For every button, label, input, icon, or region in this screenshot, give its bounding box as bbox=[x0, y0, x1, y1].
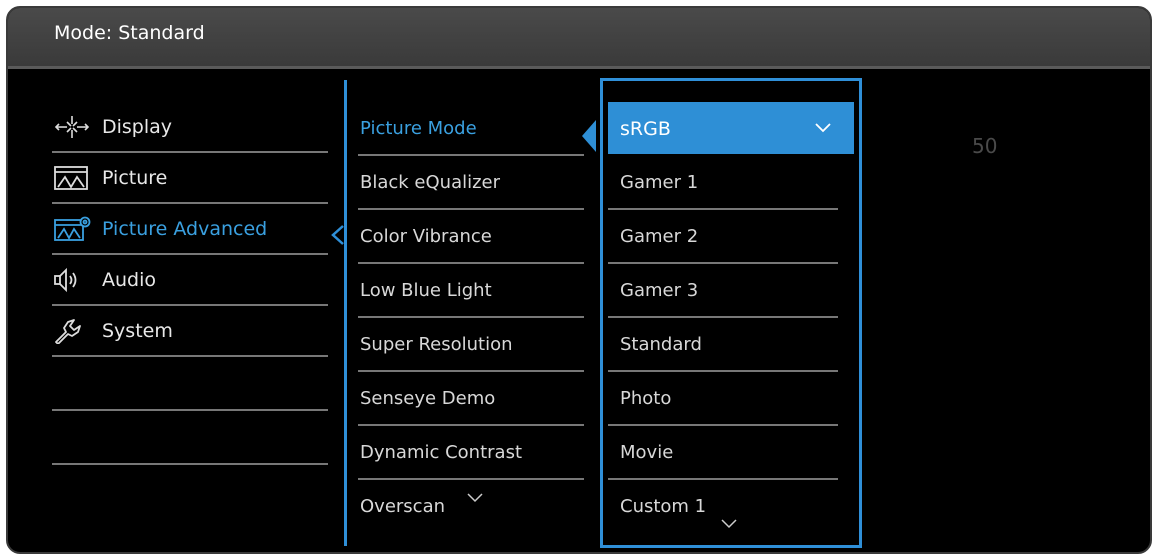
submenu-label: Color Vibrance bbox=[360, 226, 492, 247]
submenu-label: Dynamic Contrast bbox=[360, 442, 523, 463]
option-label: sRGB bbox=[620, 118, 671, 140]
caret-left-icon bbox=[331, 225, 344, 245]
submenu-label: Black eQualizer bbox=[360, 172, 501, 193]
submenu-item-low-blue-light[interactable]: Low Blue Light bbox=[358, 264, 584, 318]
option-photo[interactable]: Photo bbox=[608, 372, 838, 426]
option-gamer-2[interactable]: Gamer 2 bbox=[608, 210, 838, 264]
nav-item-empty bbox=[52, 357, 328, 411]
option-movie[interactable]: Movie bbox=[608, 426, 838, 480]
submenu-item-dynamic-contrast[interactable]: Dynamic Contrast bbox=[358, 426, 584, 480]
menu-header: Mode: Standard bbox=[8, 8, 1150, 69]
submenu-label: Super Resolution bbox=[360, 334, 513, 355]
submenu-label: Picture Mode bbox=[360, 118, 477, 139]
option-label: Gamer 2 bbox=[620, 226, 699, 247]
submenu-item-overscan[interactable]: Overscan bbox=[358, 480, 584, 534]
nav-label: Audio bbox=[102, 269, 157, 291]
mode-title: Mode: Standard bbox=[54, 22, 205, 44]
chevron-down-icon[interactable] bbox=[466, 492, 484, 504]
option-srgb[interactable]: sRGB bbox=[608, 102, 854, 154]
main-nav: Display Picture Picture Advanced Audio S… bbox=[52, 102, 328, 465]
chevron-down-icon[interactable] bbox=[720, 518, 738, 530]
column-divider bbox=[344, 80, 347, 546]
nav-label: System bbox=[102, 320, 173, 342]
picture-icon bbox=[54, 166, 88, 190]
submenu-item-senseye-demo[interactable]: Senseye Demo bbox=[358, 372, 584, 426]
option-standard[interactable]: Standard bbox=[608, 318, 838, 372]
nav-item-empty bbox=[52, 411, 328, 465]
submenu-item-color-vibrance[interactable]: Color Vibrance bbox=[358, 210, 584, 264]
submenu-list: Picture Mode Black eQualizer Color Vibra… bbox=[358, 102, 584, 534]
options-list: sRGB Gamer 1 Gamer 2 Gamer 3 Standard Ph… bbox=[608, 102, 854, 534]
submenu-item-black-equalizer[interactable]: Black eQualizer bbox=[358, 156, 584, 210]
nav-item-display[interactable]: Display bbox=[52, 102, 328, 153]
option-label: Movie bbox=[620, 442, 674, 463]
option-gamer-1[interactable]: Gamer 1 bbox=[608, 156, 838, 210]
nav-item-picture[interactable]: Picture bbox=[52, 153, 328, 204]
option-gamer-3[interactable]: Gamer 3 bbox=[608, 264, 838, 318]
nav-label: Display bbox=[102, 116, 173, 138]
display-icon bbox=[54, 116, 90, 138]
nav-item-picture-advanced[interactable]: Picture Advanced bbox=[52, 204, 328, 255]
option-label: Custom 1 bbox=[620, 496, 707, 517]
nav-item-audio[interactable]: Audio bbox=[52, 255, 328, 306]
option-label: Photo bbox=[620, 388, 672, 409]
selection-pointer-icon bbox=[582, 120, 596, 152]
audio-icon bbox=[54, 267, 77, 293]
checkmark-icon bbox=[815, 123, 831, 133]
osd-menu: Mode: Standard Display Picture Picture A… bbox=[6, 6, 1152, 554]
picture-advanced-icon bbox=[54, 216, 91, 241]
submenu-label: Overscan bbox=[360, 496, 446, 517]
option-label: Gamer 1 bbox=[620, 172, 699, 193]
nav-item-system[interactable]: System bbox=[52, 306, 328, 357]
submenu-item-super-resolution[interactable]: Super Resolution bbox=[358, 318, 584, 372]
submenu-label: Low Blue Light bbox=[360, 280, 492, 301]
nav-label: Picture bbox=[102, 167, 168, 189]
option-label: Standard bbox=[620, 334, 702, 355]
option-label: Gamer 3 bbox=[620, 280, 699, 301]
submenu-label: Senseye Demo bbox=[360, 388, 496, 409]
nav-label: Picture Advanced bbox=[102, 218, 268, 240]
value-readout: 50 bbox=[972, 134, 998, 158]
wrench-icon bbox=[55, 319, 81, 344]
submenu-item-picture-mode[interactable]: Picture Mode bbox=[358, 102, 584, 156]
